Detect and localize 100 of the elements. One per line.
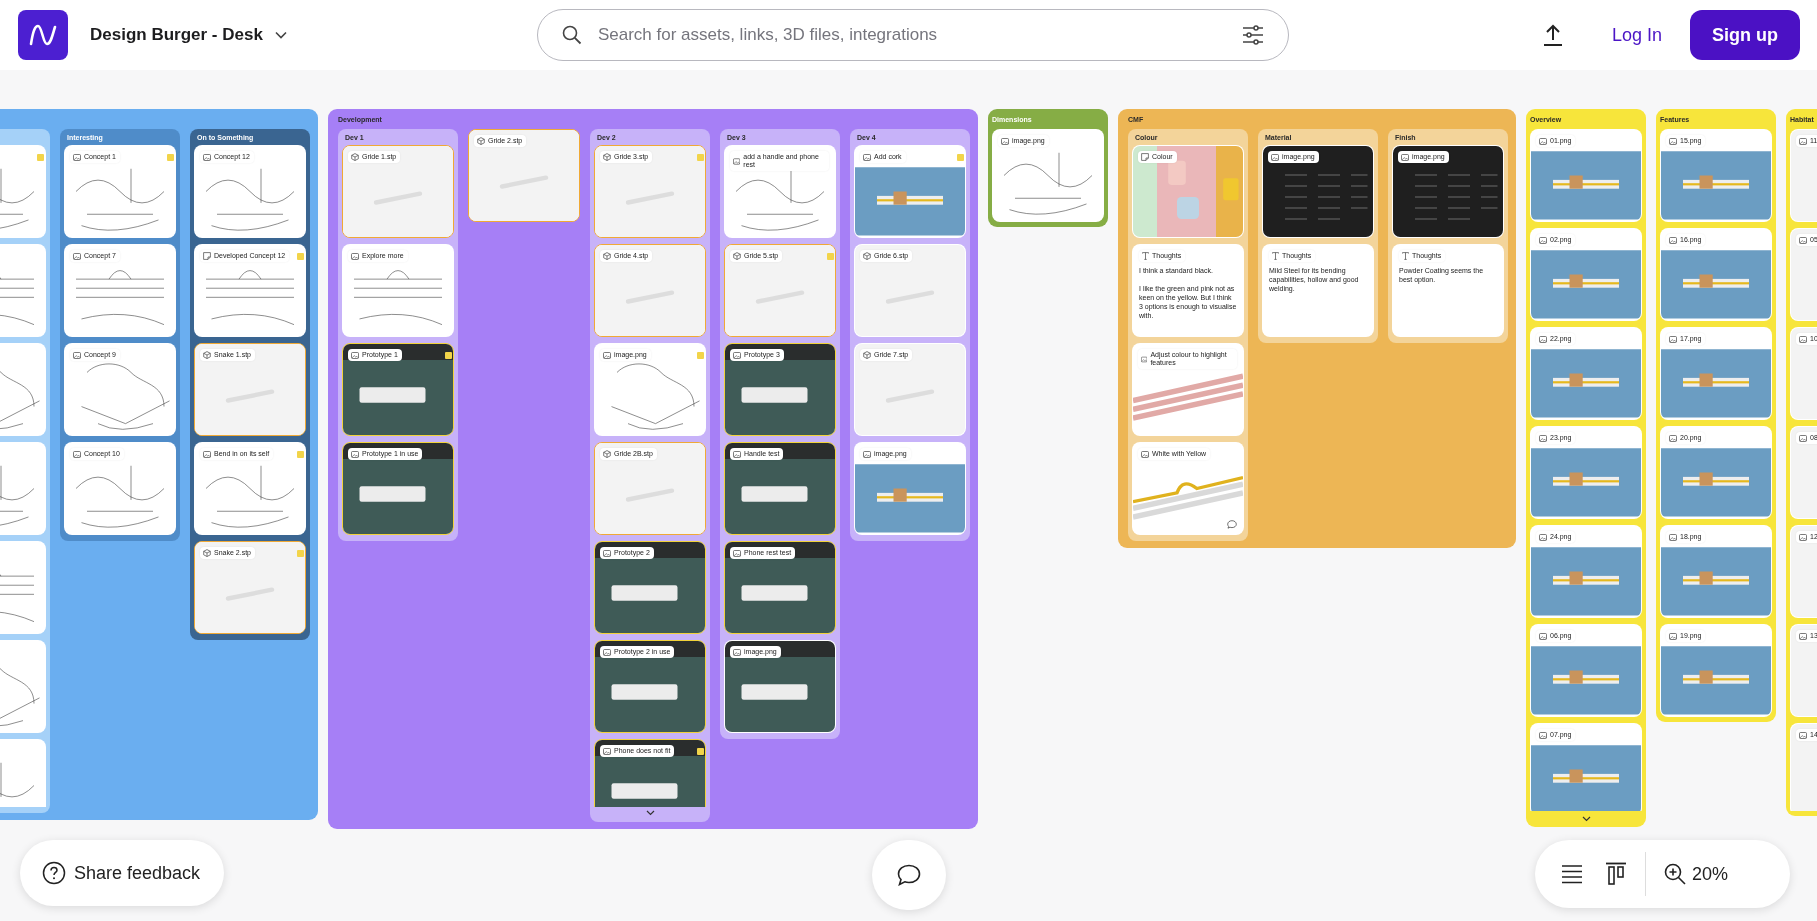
image-icon: [203, 153, 211, 161]
image-icon: [733, 549, 741, 557]
comment-icon[interactable]: [1227, 520, 1237, 529]
image-icon: [1669, 236, 1677, 244]
comment-button[interactable]: [872, 840, 946, 910]
image-icon: [733, 648, 741, 656]
image-icon: [1401, 153, 1409, 161]
chevron-down-icon[interactable]: [274, 31, 287, 39]
signup-button[interactable]: Sign up: [1690, 10, 1800, 60]
image-icon: [1539, 236, 1547, 244]
image-icon: [1799, 335, 1807, 343]
image-icon: [733, 157, 741, 165]
cube-icon: [733, 252, 741, 260]
tray-drawing: [1553, 571, 1619, 585]
chat-icon: [897, 864, 921, 886]
image-icon: [1141, 450, 1149, 458]
chevron-down-icon[interactable]: [645, 810, 655, 816]
image-icon: [1799, 533, 1807, 541]
note-icon: [1141, 153, 1149, 161]
search-icon: [561, 25, 582, 45]
logo-icon[interactable]: [18, 10, 68, 60]
help-icon: [42, 861, 66, 885]
image-icon: [1141, 355, 1148, 363]
tray-drawing: [741, 684, 808, 700]
filter-icon[interactable]: [1241, 25, 1264, 45]
tray-drawing: [1683, 571, 1749, 585]
tray-drawing: [1553, 472, 1619, 486]
cube-icon: [863, 252, 871, 260]
search-field[interactable]: Search for assets, links, 3D files, integrations: [595, 24, 1228, 46]
tray-drawing: [877, 488, 943, 502]
text-icon: [1142, 252, 1149, 260]
image-icon: [863, 450, 871, 458]
image-icon: [603, 351, 611, 359]
tray-drawing: [741, 486, 808, 502]
tray-drawing: [877, 191, 943, 205]
tray-drawing: [1683, 274, 1749, 288]
image-icon: [603, 549, 611, 557]
tray-drawing: [1553, 175, 1619, 189]
image-icon: [1539, 632, 1547, 640]
image-icon: [351, 351, 359, 359]
tray-drawing: [359, 486, 426, 502]
image-icon: [351, 450, 359, 458]
image-icon: [1799, 434, 1807, 442]
chevron-down-icon[interactable]: [1581, 816, 1591, 822]
cube-icon: [603, 153, 611, 161]
image-icon: [1271, 153, 1279, 161]
tray-drawing: [1553, 769, 1619, 783]
image-icon: [603, 747, 611, 755]
tray-drawing: [611, 783, 678, 799]
image-icon: [1539, 434, 1547, 442]
project-title[interactable]: Design Burger - Desk: [90, 25, 263, 45]
image-icon: [1799, 731, 1807, 739]
tray-drawing: [1683, 175, 1749, 189]
tray-drawing: [741, 585, 808, 601]
image-icon: [1539, 731, 1547, 739]
image-icon: [1799, 632, 1807, 640]
image-icon: [1669, 533, 1677, 541]
image-icon: [1669, 632, 1677, 640]
image-icon: [73, 351, 81, 359]
image-icon: [1669, 434, 1677, 442]
cube-icon: [351, 153, 359, 161]
tray-drawing: [1683, 670, 1749, 684]
zoom-button[interactable]: 20%: [1660, 859, 1733, 889]
cube-icon: [603, 450, 611, 458]
image-icon: [603, 648, 611, 656]
image-icon: [73, 252, 81, 260]
tray-drawing: [1553, 373, 1619, 387]
tray-drawing: [611, 585, 678, 601]
tray-drawing: [1553, 274, 1619, 288]
image-icon: [1799, 236, 1807, 244]
cube-icon: [863, 351, 871, 359]
image-icon: [1539, 335, 1547, 343]
image-icon: [1001, 137, 1009, 145]
tray-drawing: [1683, 472, 1749, 486]
cube-icon: [603, 252, 611, 260]
feedback-button[interactable]: Share feedback: [20, 840, 225, 906]
sketch-drawing: [0, 465, 35, 528]
image-icon: [1539, 137, 1547, 145]
tray-drawing: [611, 684, 678, 700]
image-icon: [1669, 335, 1677, 343]
image-icon: [351, 252, 359, 260]
image-icon: [1669, 137, 1677, 145]
zoom-in-icon: [1664, 863, 1686, 885]
image-icon: [73, 450, 81, 458]
image-icon: [1799, 137, 1807, 145]
text-icon: [1402, 252, 1409, 260]
tray-drawing: [1553, 670, 1619, 684]
sketch-drawing: [0, 168, 35, 231]
login-link[interactable]: Log In: [1611, 24, 1662, 46]
cube-icon: [477, 137, 485, 145]
cube-icon: [203, 549, 211, 557]
image-icon: [1539, 533, 1547, 541]
tray-drawing: [1683, 373, 1749, 387]
moodboard-drawing: [1168, 160, 1239, 219]
cube-icon: [203, 351, 211, 359]
image-icon: [733, 351, 741, 359]
image-icon: [203, 450, 211, 458]
tray-drawing: [741, 387, 808, 403]
text-icon: [1272, 252, 1279, 260]
image-icon: [73, 153, 81, 161]
